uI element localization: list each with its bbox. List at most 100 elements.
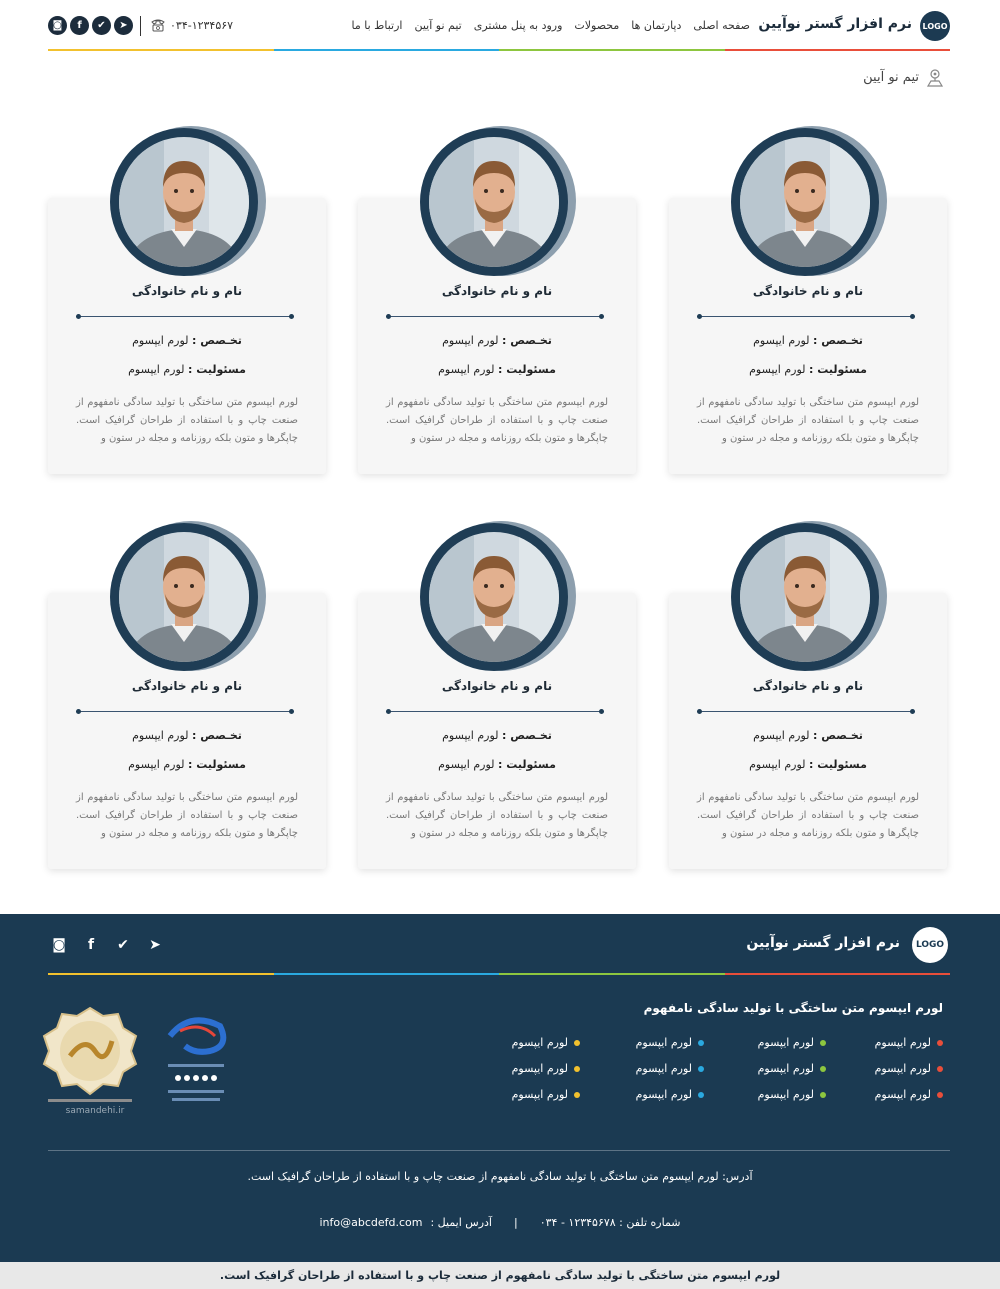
footer-link[interactable]: لورم ایپسوم [875,1088,943,1101]
footer-contact: شماره تلفن : ۱۲۳۴۵۶۷۸ - ۰۳۴ | آدرس ایمیل… [0,1216,1000,1229]
avatar [108,124,268,284]
footer-link[interactable]: لورم ایپسوم [512,1062,580,1075]
site-footer: LOGO نرم افزار گستر نوآیین ◙ f ✔ ➤ لورم … [0,914,1000,1262]
twitter-icon[interactable]: ✔ [92,16,111,35]
role-label: مسئولیت : [809,363,867,376]
twitter-icon[interactable]: ✔ [114,936,132,954]
footer-link[interactable]: لورم ایپسوم [512,1036,580,1049]
specialty-value: لورم ایپسوم [442,729,499,742]
specialty-value: لورم ایپسوم [753,729,810,742]
footer-links-col-3: لورم ایپسوم لورم ایپسوم لورم ایپسوم [636,1036,704,1101]
avatar-frame [731,523,879,671]
avatar-frame [731,128,879,276]
footer-link[interactable]: لورم ایپسوم [758,1036,826,1049]
role-value: لورم ایپسوم [749,758,806,771]
member-specialty: تخـصص : لورم ایپسوم [48,334,326,347]
bullet-icon [574,1091,580,1098]
footer-brand: نرم افزار گستر نوآیین [746,935,900,951]
avatar-frame [110,128,258,276]
member-description: لورم ایپسوم متن ساختگی با تولید سادگی نا… [386,397,608,444]
member-role: مسئولیت : لورم ایپسوم [48,758,326,771]
card-divider [76,314,294,319]
avatar [418,124,578,284]
footer-link[interactable]: لورم ایپسوم [875,1036,943,1049]
brand-name[interactable]: نرم افزار گستر نوآیین [758,16,912,32]
team-card[interactable]: نام و نام خانوادگی تخـصص : لورم ایپسوم م… [669,126,947,474]
nav-departments[interactable]: دپارتمان ها [631,19,681,32]
role-value: لورم ایپسوم [128,758,185,771]
footer-link[interactable]: لورم ایپسوم [636,1088,704,1101]
footer-link[interactable]: لورم ایپسوم [875,1062,943,1075]
avatar-photo [119,137,249,267]
footer-email-label: آدرس ایمیل : [430,1216,492,1229]
footer-link[interactable]: لورم ایپسوم [758,1062,826,1075]
nav-contact[interactable]: ارتباط با ما [352,19,403,32]
team-card[interactable]: نام و نام خانوادگی تخـصص : لورم ایپسوم م… [48,521,326,869]
instagram-icon[interactable]: ◙ [48,16,67,35]
footer-divider [48,1150,950,1151]
bullet-icon [937,1091,943,1098]
footer-link[interactable]: لورم ایپسوم [636,1036,704,1049]
member-description: لورم ایپسوم متن ساختگی با تولید سادگی نا… [76,397,298,444]
team-card[interactable]: نام و نام خانوادگی تخـصص : لورم ایپسوم م… [669,521,947,869]
team-card[interactable]: نام و نام خانوادگی تخـصص : لورم ایپسوم م… [358,521,636,869]
specialty-label: تخـصص : [502,334,552,347]
member-specialty: تخـصص : لورم ایپسوم [358,334,636,347]
avatar-frame [420,128,568,276]
telegram-icon[interactable]: ➤ [146,936,164,954]
specialty-label: تخـصص : [813,729,863,742]
footer-links-col-1: لورم ایپسوم لورم ایپسوم لورم ایپسوم [875,1036,943,1101]
footer-link[interactable]: لورم ایپسوم [758,1088,826,1101]
trust-badge-samandehi[interactable] [40,1006,140,1116]
role-value: لورم ایپسوم [128,363,185,376]
nav-home[interactable]: صفحه اصلی [693,19,750,32]
member-role: مسئولیت : لورم ایپسوم [669,363,947,376]
role-value: لورم ایپسوم [749,363,806,376]
footer-phone[interactable]: شماره تلفن : ۱۲۳۴۵۶۷۸ - ۰۳۴ [540,1216,681,1229]
bullet-icon [698,1065,704,1072]
telegram-icon[interactable]: ➤ [114,16,133,35]
contact-separator: | [514,1216,518,1229]
main-nav: صفحه اصلی دپارتمان ها محصولات ورود به پن… [352,19,750,32]
trust-badge-enamad[interactable] [150,1006,240,1116]
member-role: مسئولیت : لورم ایپسوم [48,363,326,376]
header-phone[interactable]: ۰۳۴-۱۲۳۴۵۶۷ [150,18,233,32]
member-role: مسئولیت : لورم ایپسوم [358,758,636,771]
role-value: لورم ایپسوم [438,758,495,771]
facebook-icon[interactable]: f [70,16,89,35]
header-divider [140,16,141,36]
header-rainbow-line [48,49,950,51]
team-card[interactable]: نام و نام خانوادگی تخـصص : لورم ایپسوم م… [358,126,636,474]
member-name: نام و نام خانوادگی [752,284,864,298]
bullet-icon [698,1039,704,1046]
copyright-text: لورم ایپسوم متن ساختگی با تولید سادگی نا… [219,1269,781,1282]
copyright-bar: لورم ایپسوم متن ساختگی با تولید سادگی نا… [0,1262,1000,1289]
nav-team[interactable]: تیم نو آیین [414,19,461,32]
footer-links-col-4: لورم ایپسوم لورم ایپسوم لورم ایپسوم [512,1036,580,1101]
member-specialty: تخـصص : لورم ایپسوم [358,729,636,742]
member-description: لورم ایپسوم متن ساختگی با تولید سادگی نا… [386,792,608,839]
nav-customer-login[interactable]: ورود به پنل مشتری [474,19,563,32]
facebook-icon[interactable]: f [82,936,100,954]
card-divider [386,709,604,714]
footer-logo[interactable]: LOGO [912,927,948,963]
avatar-photo [429,532,559,662]
avatar-photo [119,532,249,662]
avatar-frame [420,523,568,671]
breadcrumb-current[interactable]: تیم نو آیین [863,70,919,85]
specialty-label: تخـصص : [192,729,242,742]
team-card[interactable]: نام و نام خانوادگی تخـصص : لورم ایپسوم م… [48,126,326,474]
footer-link[interactable]: لورم ایپسوم [636,1062,704,1075]
card-divider [697,314,915,319]
header-logo[interactable]: LOGO [920,11,950,41]
nav-products[interactable]: محصولات [574,19,619,32]
specialty-label: تخـصص : [192,334,242,347]
footer-link[interactable]: لورم ایپسوم [512,1088,580,1101]
footer-email[interactable]: info@abcdefd.com [319,1216,422,1229]
specialty-value: لورم ایپسوم [753,334,810,347]
bullet-icon [937,1065,943,1072]
bullet-icon [574,1039,580,1046]
instagram-icon[interactable]: ◙ [50,936,68,954]
phone-icon [151,19,165,32]
member-role: مسئولیت : لورم ایپسوم [669,758,947,771]
